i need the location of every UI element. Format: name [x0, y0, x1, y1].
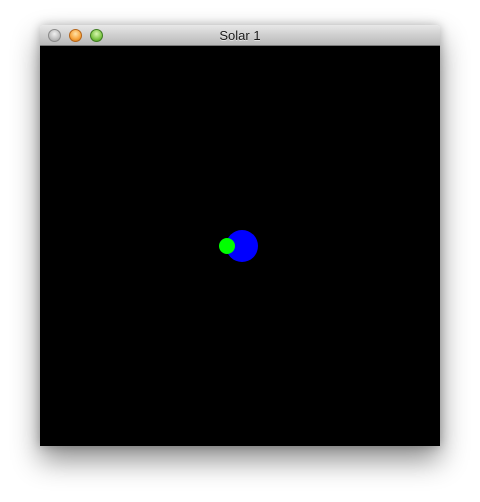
window-title: Solar 1 [219, 28, 261, 43]
title-bar[interactable]: Solar 1 [40, 25, 440, 46]
desktop: Solar 1 [0, 0, 480, 502]
planet-circle [219, 238, 235, 254]
drawing-canvas[interactable] [40, 46, 440, 446]
app-window: Solar 1 [40, 25, 440, 446]
